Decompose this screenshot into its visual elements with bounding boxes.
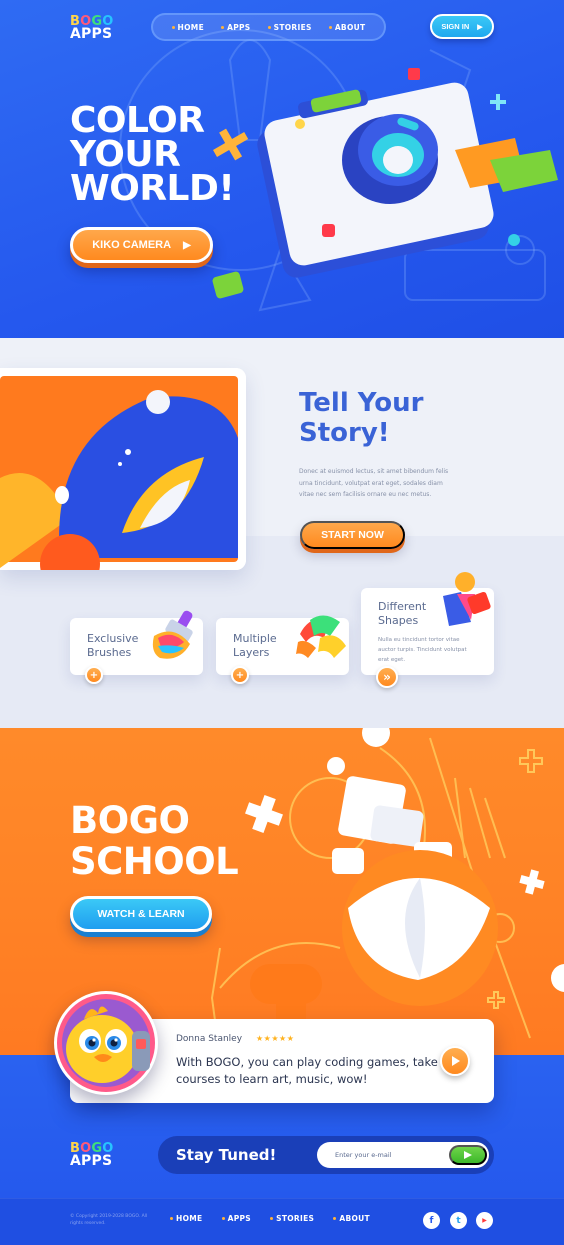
feature-title-line: Multiple xyxy=(233,632,277,645)
feature-card-layers[interactable]: Multiple Layers + xyxy=(216,615,349,684)
bullet-icon xyxy=(270,1217,274,1220)
play-icon: ▶ xyxy=(183,239,191,251)
bullet-icon xyxy=(328,25,332,29)
footer-nav: HOME APPS STORIES ABOUT xyxy=(170,1214,370,1223)
twitter-icon[interactable]: t xyxy=(450,1212,467,1229)
story-illustration-card xyxy=(0,368,246,570)
logo-bottom: APPS xyxy=(70,26,113,42)
feature-title: Different Shapes xyxy=(378,600,426,628)
facebook-icon[interactable]: f xyxy=(423,1212,440,1229)
nav-label: HOME xyxy=(177,22,204,32)
footer-nav-apps[interactable]: APPS xyxy=(221,1214,251,1223)
hero-title: COLOR YOUR WORLD! xyxy=(70,100,235,209)
school-title-line: BOGO xyxy=(70,799,190,842)
chick-mascot xyxy=(57,994,155,1092)
nav-label: STORIES xyxy=(273,22,312,32)
nav-about[interactable]: ABOUT xyxy=(328,22,366,32)
kiko-camera-label: KIKO CAMERA xyxy=(92,239,172,251)
play-icon xyxy=(452,1056,460,1066)
feature-add-button[interactable]: + xyxy=(231,666,249,684)
sign-in-button[interactable]: SIGN IN ▶ xyxy=(430,14,494,39)
nav-apps[interactable]: APPS xyxy=(221,23,250,32)
nav-label: HOME xyxy=(176,1214,203,1223)
nav-home[interactable]: HOME xyxy=(171,22,204,32)
brush-icon xyxy=(152,610,193,659)
copyright-text: © Copyright 2019-2028 BOGO. All rights r… xyxy=(70,1214,148,1226)
hero-title-line: YOUR xyxy=(70,134,181,175)
footer-nav-stories[interactable]: STORIES xyxy=(270,1214,314,1223)
nav-label: STORIES xyxy=(276,1214,315,1223)
hero-section: BOGO APPS HOME APPS STORIES ABOUT SIGN I… xyxy=(0,0,564,338)
feature-card-brushes[interactable]: Exclusive Brushes + xyxy=(70,610,203,684)
feature-title-line: Brushes xyxy=(87,646,132,659)
nav-label: APPS xyxy=(227,22,251,32)
shapes-icon xyxy=(443,572,491,626)
bullet-icon xyxy=(170,1217,173,1220)
story-title-line: Story! xyxy=(299,418,390,448)
feature-more-button[interactable]: » xyxy=(376,666,398,688)
school-title-line: SCHOOL xyxy=(70,840,239,883)
avatar xyxy=(54,991,158,1095)
layers-icon xyxy=(296,615,346,658)
feature-description: Nulla eu tincidunt tortor vitae auctor t… xyxy=(378,637,467,663)
story-title: Tell Your Story! xyxy=(299,388,423,448)
bullet-icon xyxy=(333,1217,337,1220)
watch-learn-button[interactable]: WATCH & LEARN xyxy=(70,896,212,932)
footer-nav-about[interactable]: ABOUT xyxy=(333,1214,370,1223)
bullet-icon xyxy=(221,1217,225,1220)
bullet-icon xyxy=(267,25,271,29)
arrow-right-icon: ▶ xyxy=(477,23,483,31)
play-button[interactable] xyxy=(440,1046,470,1076)
feature-title-line: Exclusive xyxy=(87,632,139,645)
nav-label: ABOUT xyxy=(339,1214,370,1223)
feature-add-button[interactable]: + xyxy=(85,666,103,684)
feature-title: Exclusive Brushes xyxy=(87,632,138,660)
kiko-camera-button[interactable]: KIKO CAMERA ▶ xyxy=(70,227,213,263)
feature-title: Multiple Layers xyxy=(233,632,277,660)
youtube-icon[interactable]: ▶ xyxy=(476,1212,493,1229)
bullet-icon xyxy=(171,25,175,29)
bullet-icon xyxy=(221,25,225,29)
testimonial-author: Donna Stanley xyxy=(176,1034,243,1044)
story-body: Donec at euismod lectus, sit amet bibend… xyxy=(299,468,449,498)
hero-title-line: WORLD! xyxy=(70,168,235,209)
footer-nav-home[interactable]: HOME xyxy=(170,1214,202,1223)
testimonial-quote: With BOGO, you can play coding games, ta… xyxy=(176,1055,438,1086)
nav-label: APPS xyxy=(227,1214,251,1223)
newsletter-heading: Stay Tuned! xyxy=(176,1146,277,1164)
submit-email-button[interactable] xyxy=(449,1145,487,1165)
feature-title-line: Layers xyxy=(233,646,270,659)
rating-stars: ★★★★★ xyxy=(256,1034,295,1043)
school-title: BOGO SCHOOL xyxy=(70,799,239,883)
start-now-button[interactable]: START NOW xyxy=(300,521,405,549)
nav-stories[interactable]: STORIES xyxy=(267,22,312,32)
logo-bottom: APPS xyxy=(70,1153,113,1169)
story-title-line: Tell Your xyxy=(299,388,424,418)
feature-title-line: Different xyxy=(378,600,427,613)
story-illustration xyxy=(0,368,246,570)
feature-card-shapes[interactable]: Different Shapes Nulla eu tincidunt tort… xyxy=(361,572,494,688)
hero-title-line: COLOR xyxy=(70,100,205,141)
footer-logo[interactable]: BOGO APPS xyxy=(70,1142,114,1168)
nav-label: ABOUT xyxy=(334,22,366,32)
main-nav: HOME APPS STORIES ABOUT xyxy=(151,13,386,41)
sign-in-label: SIGN IN xyxy=(441,22,470,31)
logo[interactable]: BOGO APPS xyxy=(70,15,114,41)
arrow-right-icon xyxy=(464,1151,472,1159)
feature-title-line: Shapes xyxy=(378,614,419,627)
